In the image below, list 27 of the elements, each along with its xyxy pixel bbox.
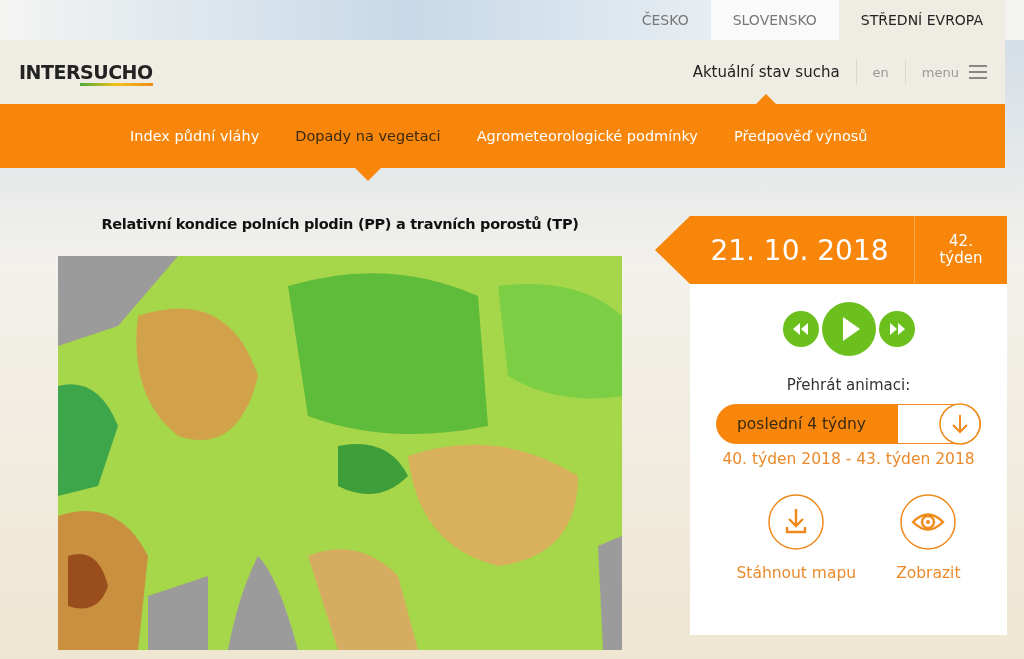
logo[interactable]: INTERSUCHO [19, 61, 153, 83]
subnav-tab[interactable]: Index půdní vláhy [112, 104, 278, 168]
date-range: 40. týden 2018 - 43. týden 2018 [722, 450, 975, 468]
region-tab[interactable]: SLOVENSKO [710, 0, 839, 40]
region-tab[interactable]: ČESKO [619, 0, 711, 40]
fast-forward-button[interactable] [878, 311, 915, 347]
subnav-tab[interactable]: Agrometeorologické podmínky [458, 104, 716, 168]
period-dropdown[interactable]: poslední 4 týdny [716, 404, 981, 444]
animation-label: Přehrát animaci: [786, 376, 911, 394]
rewind-button[interactable] [782, 311, 819, 347]
download-icon [768, 494, 825, 550]
region-tab[interactable]: STŘEDNÍ EVROPA [838, 0, 1005, 40]
eye-icon [900, 494, 957, 550]
menu-icon [969, 64, 987, 80]
action-link[interactable]: Zobrazit [896, 494, 961, 582]
nav-link[interactable]: en [872, 40, 889, 104]
arrow-down-icon [939, 403, 981, 445]
subnav-tab[interactable]: Předpověď výnosů [715, 104, 886, 168]
play-button[interactable] [821, 302, 876, 356]
map-title: Relativní kondice polních plodin (PP) a travních porostů (TP) [100, 216, 580, 232]
date-text: 21. 10. 2018 [709, 232, 890, 269]
week-label: týden [939, 250, 983, 267]
nav-link[interactable]: Aktuální stav sucha [692, 40, 840, 104]
subnav-tab[interactable]: Dopady na vegetaci [277, 104, 459, 168]
menu-button[interactable]: menu [921, 40, 987, 104]
action-link[interactable]: Stáhnout mapu [736, 494, 857, 582]
week-number: 42. [949, 233, 973, 250]
